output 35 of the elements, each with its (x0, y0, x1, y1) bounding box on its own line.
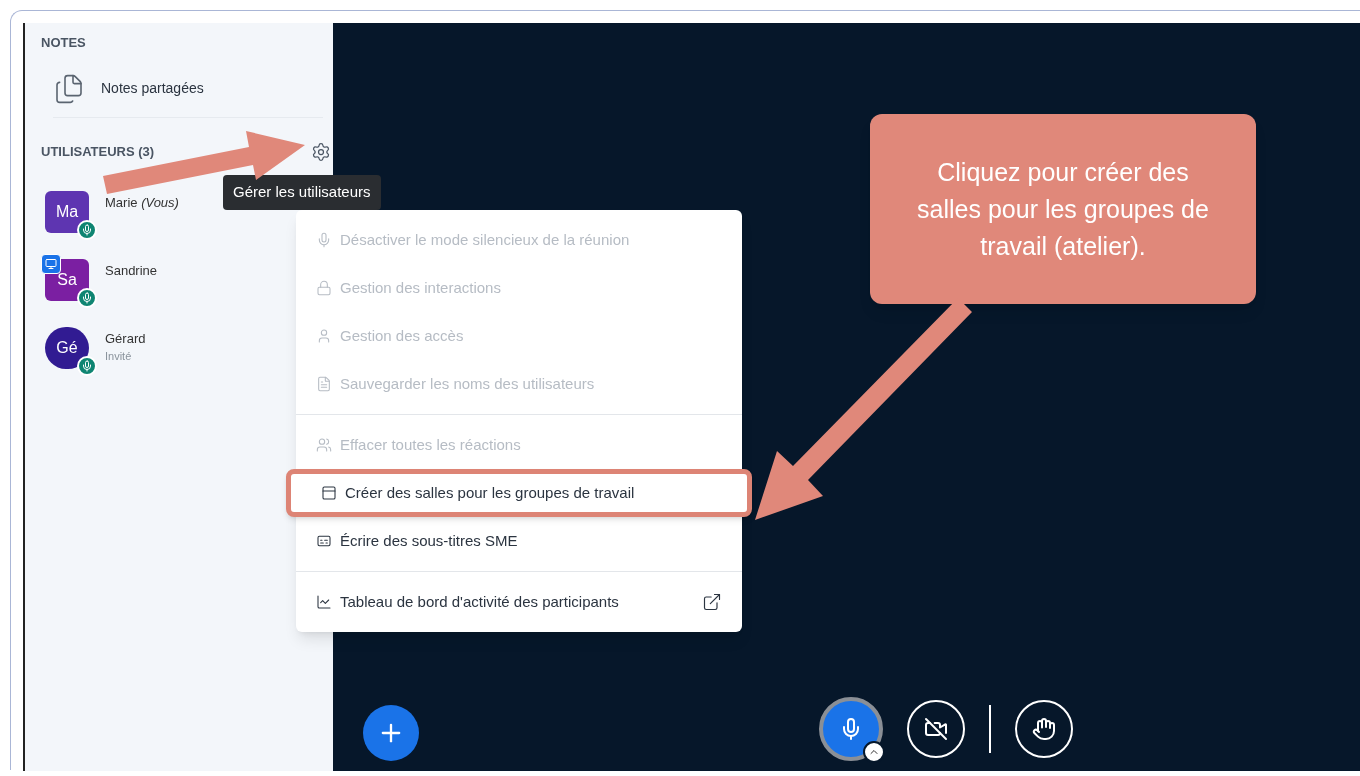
window-icon (321, 485, 337, 501)
captions-icon (316, 533, 332, 549)
microphone-button[interactable] (819, 697, 883, 761)
section-heading: UTILISATEURS (3) (41, 142, 155, 161)
section-heading: NOTES (41, 34, 87, 52)
user-avatar: Gé (45, 326, 89, 369)
raise-hand-button[interactable] (1015, 700, 1073, 758)
chart-icon (316, 594, 332, 610)
document-icon (316, 376, 332, 392)
microphone-badge (77, 219, 97, 240)
tooltip: Gérer les utilisateurs (223, 175, 381, 210)
menu-item[interactable]: Écrire des sous-titres SME (296, 517, 742, 565)
user-role: Invité (105, 349, 133, 364)
user-item[interactable]: Sa Sandrine (41, 253, 325, 308)
documents-icon (53, 72, 85, 105)
hand-icon (1032, 717, 1056, 741)
menu-item[interactable]: Créer des salles pour les groupes de travail (286, 469, 752, 517)
camera-off-icon (924, 717, 948, 741)
user-name: Marie (Vous) (105, 193, 179, 212)
user-name: Sandrine (105, 261, 158, 280)
microphone-badge (77, 287, 97, 308)
camera-off-button[interactable] (907, 700, 965, 758)
notes-item[interactable]: Notes partagées (53, 72, 323, 118)
user-avatar: Ma (45, 190, 89, 233)
menu-item[interactable]: Tableau de bord d'activité des participants (296, 578, 742, 626)
caret-icon[interactable] (863, 741, 885, 763)
microphone-badge (77, 355, 97, 376)
person-icon (316, 328, 332, 344)
add-button[interactable] (363, 705, 419, 761)
settings-icon[interactable] (311, 141, 331, 162)
people-icon (316, 437, 332, 453)
microphone-icon (316, 232, 332, 248)
user-name: Gérard (105, 329, 146, 348)
callout-box: Cliquez pour créer des salles pour les groupes de travail (atelier). (870, 114, 1256, 304)
lock-icon (316, 280, 332, 296)
